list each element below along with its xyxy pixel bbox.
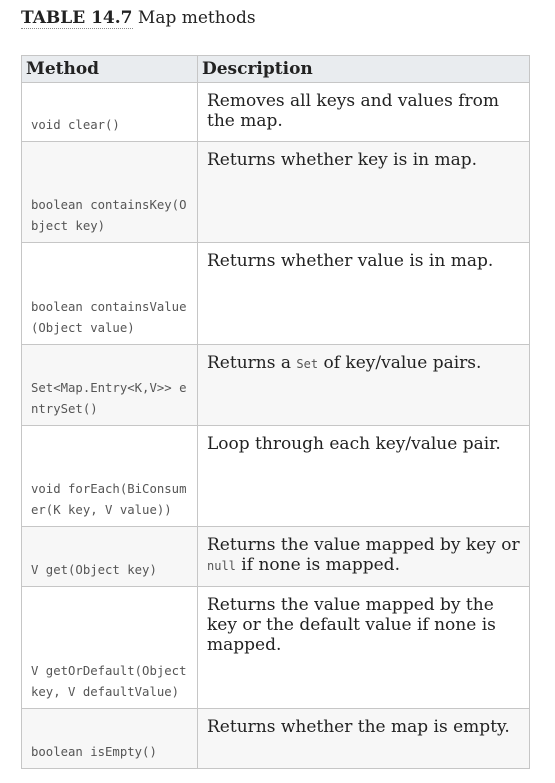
method-signature: V getOrDefault(Object key, V defaultValu… <box>21 586 198 709</box>
table-title: Map methods <box>137 8 256 28</box>
method-text: boolean containsKey(Object key) <box>31 198 187 233</box>
table-caption: TABLE 14.7 Map methods <box>21 7 256 29</box>
method-signature: boolean containsKey(Object key) <box>21 141 198 243</box>
inline-code: Set <box>296 357 319 371</box>
method-signature: void clear() <box>21 82 198 142</box>
description-text: Returns whether key is in map. <box>207 150 478 170</box>
method-text: boolean isEmpty() <box>31 744 157 759</box>
table-header-row: Method Description <box>21 55 530 83</box>
method-text: boolean containsValue(Object value) <box>31 300 187 335</box>
table-row: Set<Map.Entry<K,V>> entrySet() Returns a… <box>21 344 530 426</box>
method-description: Removes all keys and values from the map… <box>197 82 530 142</box>
column-header-description: Description <box>197 55 530 83</box>
description-text: Removes all keys and values from the map… <box>207 91 499 131</box>
table-row: V getOrDefault(Object key, V defaultValu… <box>21 586 530 709</box>
method-signature: Set<Map.Entry<K,V>> entrySet() <box>21 344 198 426</box>
table-row: void clear() Removes all keys and values… <box>21 82 530 142</box>
table-number-link[interactable]: TABLE 14.7 <box>21 8 133 29</box>
description-text: of key/value pairs. <box>318 353 482 373</box>
method-description: Returns whether key is in map. <box>197 141 530 243</box>
method-text: V get(Object key) <box>31 562 157 577</box>
inline-code: null <box>207 559 236 573</box>
description-text: Returns the value mapped by key or <box>207 535 520 555</box>
method-description: Returns the value mapped by the key or t… <box>197 586 530 709</box>
method-description: Returns a Set of key/value pairs. <box>197 344 530 426</box>
column-header-method: Method <box>21 55 198 83</box>
table-row: boolean isEmpty() Returns whether the ma… <box>21 708 530 769</box>
method-signature: boolean containsValue(Object value) <box>21 242 198 345</box>
method-description: Returns whether the map is empty. <box>197 708 530 769</box>
description-text: Returns whether value is in map. <box>207 251 494 271</box>
method-description: Returns whether value is in map. <box>197 242 530 345</box>
table-row: boolean containsValue(Object value) Retu… <box>21 242 530 345</box>
method-signature: V get(Object key) <box>21 526 198 587</box>
method-text: Set<Map.Entry<K,V>> entrySet() <box>31 381 187 416</box>
table-row: boolean containsKey(Object key) Returns … <box>21 141 530 243</box>
description-text: Returns the value mapped by the key or t… <box>207 595 496 655</box>
method-description: Loop through each key/value pair. <box>197 425 530 527</box>
method-signature: boolean isEmpty() <box>21 708 198 769</box>
method-text: V getOrDefault(Object key, V defaultValu… <box>31 664 187 699</box>
method-signature: void forEach(BiConsumer(K key, V value)) <box>21 425 198 527</box>
map-methods-table: Method Description void clear() Removes … <box>21 55 530 769</box>
table-row: void forEach(BiConsumer(K key, V value))… <box>21 425 530 527</box>
method-description: Returns the value mapped by key or null … <box>197 526 530 587</box>
table-row: V get(Object key) Returns the value mapp… <box>21 526 530 587</box>
method-text: void clear() <box>31 117 120 132</box>
method-text: void forEach(BiConsumer(K key, V value)) <box>31 482 187 517</box>
description-text: Returns whether the map is empty. <box>207 717 510 737</box>
description-text: if none is mapped. <box>235 555 400 575</box>
description-text: Loop through each key/value pair. <box>207 434 501 454</box>
description-text: Returns a <box>207 353 297 373</box>
